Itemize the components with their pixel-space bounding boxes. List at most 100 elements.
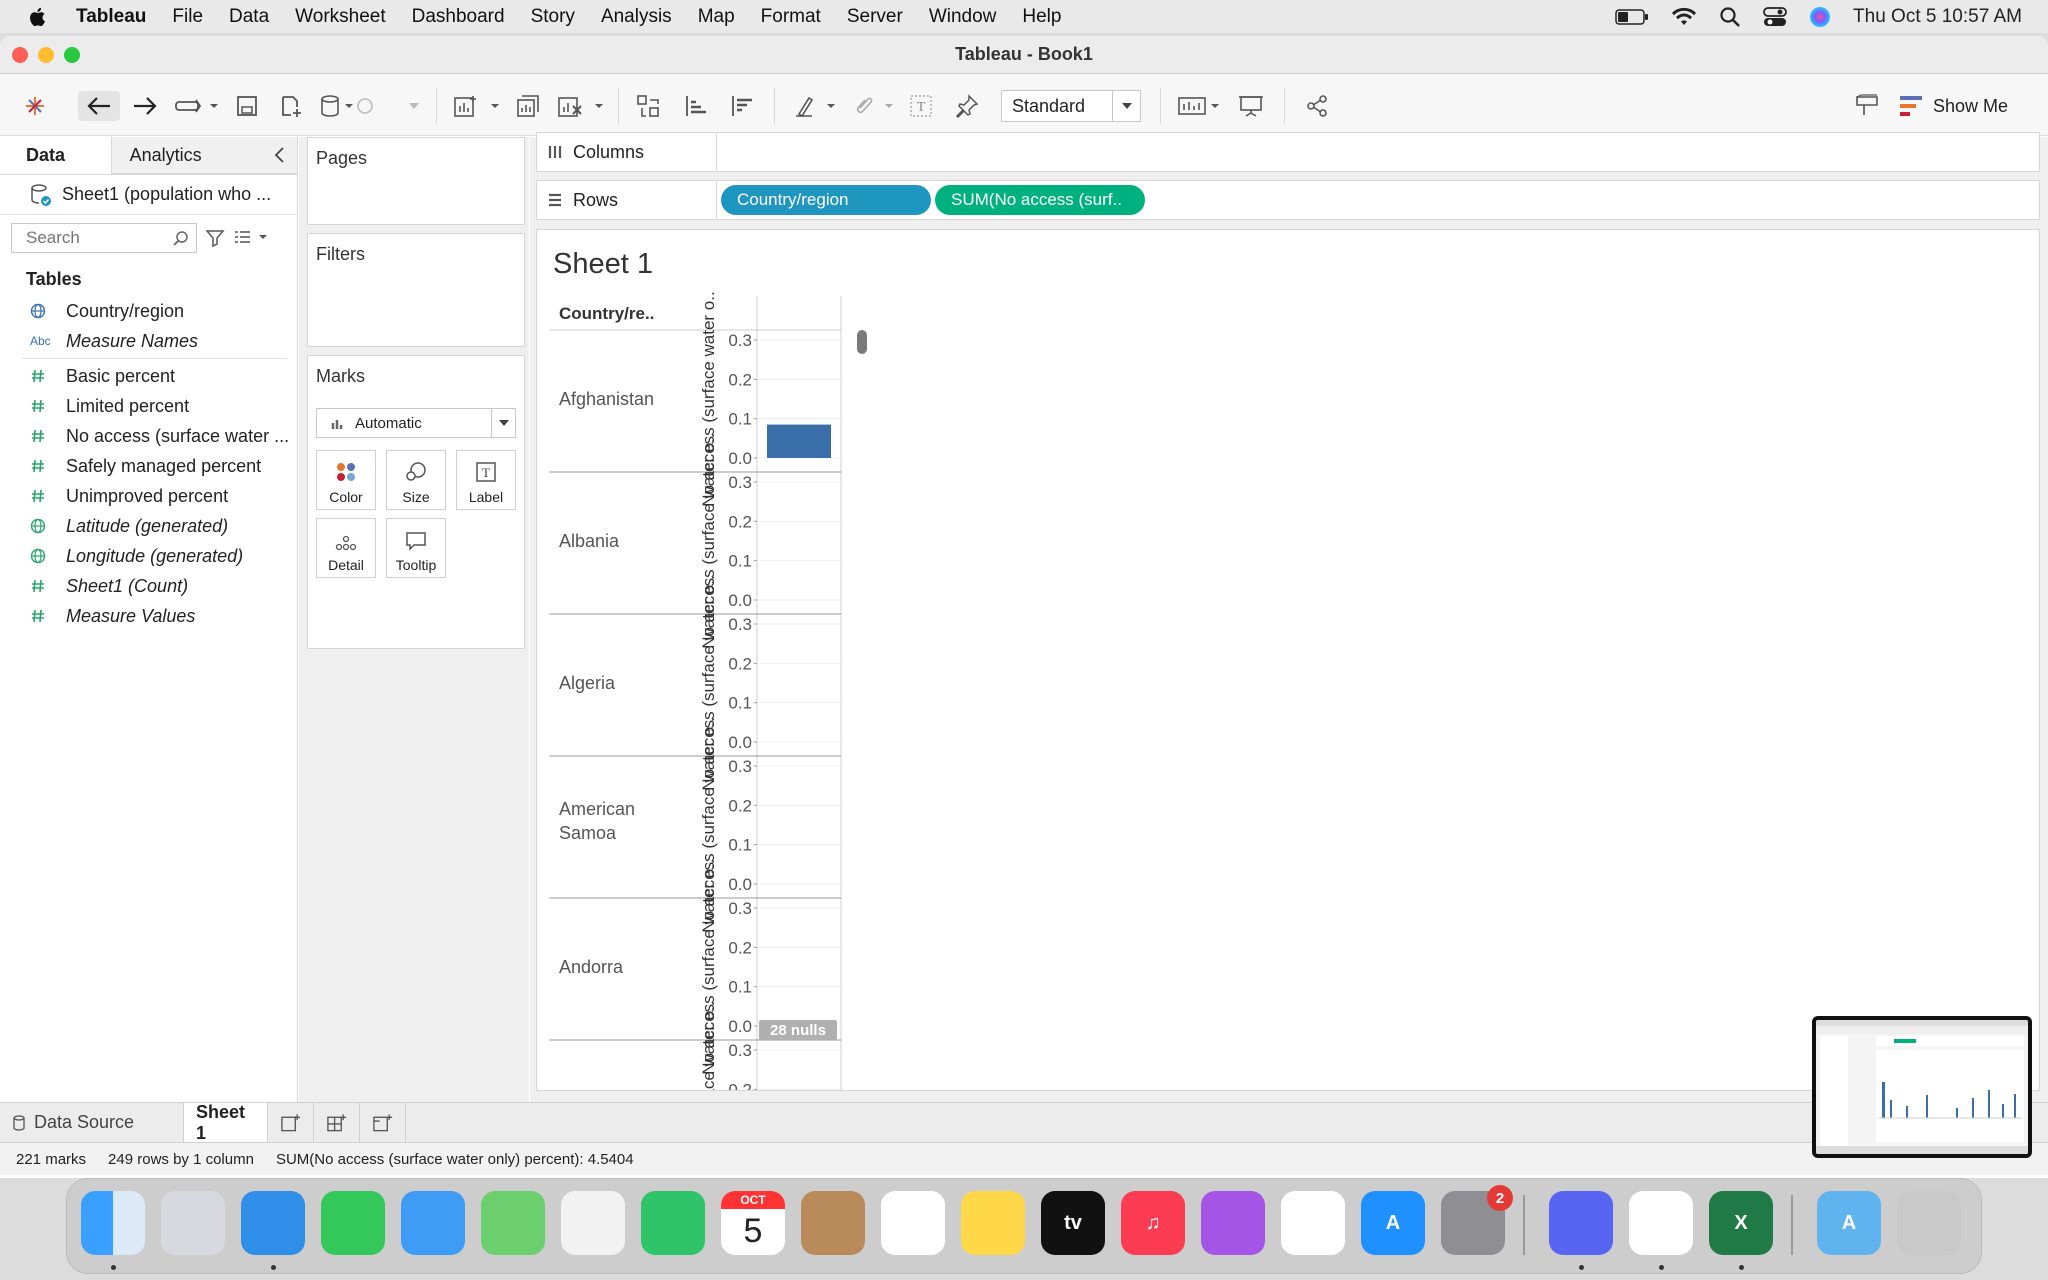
podcasts-icon[interactable] (1201, 1191, 1265, 1255)
menu-dashboard[interactable]: Dashboard (412, 6, 505, 28)
menu-format[interactable]: Format (761, 6, 821, 28)
photos-icon[interactable] (561, 1191, 625, 1255)
undo-back-icon[interactable] (78, 91, 120, 121)
field-item[interactable]: Measure Values (0, 601, 297, 631)
menu-clock[interactable]: Thu Oct 5 10:57 AM (1853, 6, 2022, 28)
field-item[interactable]: Abc Measure Names (0, 326, 297, 356)
search-field[interactable] (11, 223, 197, 253)
collapse-pane-icon[interactable] (273, 146, 287, 169)
field-item[interactable]: Country/region (0, 296, 297, 326)
mark-type-select[interactable]: Automatic (316, 408, 516, 438)
menu-app-name[interactable]: Tableau (76, 6, 146, 28)
rows-shelf[interactable]: Rows Country/region SUM(No access (surf.… (536, 180, 2040, 220)
duplicate-sheet-icon[interactable] (514, 91, 544, 121)
wifi-icon[interactable] (1671, 7, 1697, 27)
menu-analysis[interactable]: Analysis (601, 6, 672, 28)
contacts-icon[interactable] (801, 1191, 865, 1255)
pages-card[interactable]: Pages (307, 137, 525, 225)
pause-auto-updates-icon[interactable] (318, 91, 374, 121)
apple-icon[interactable] (26, 5, 50, 29)
apple-tv-icon[interactable]: tv (1041, 1191, 1105, 1255)
facetime-icon[interactable] (641, 1191, 705, 1255)
menu-server[interactable]: Server (847, 6, 903, 28)
replay-animation-icon[interactable] (172, 91, 222, 121)
music-icon[interactable]: ♫ (1121, 1191, 1185, 1255)
redo-forward-icon[interactable] (130, 91, 160, 121)
menu-map[interactable]: Map (698, 6, 735, 28)
downloads-folder-icon[interactable]: A (1817, 1191, 1881, 1255)
pill-sum-no-access[interactable]: SUM(No access (surf.. (935, 185, 1145, 215)
mail-icon[interactable] (401, 1191, 465, 1255)
battery-icon[interactable] (1615, 8, 1649, 26)
chevron-down-icon[interactable] (1112, 91, 1140, 121)
control-center-icon[interactable] (1763, 6, 1787, 28)
show-cards-icon[interactable] (1176, 91, 1224, 121)
menu-story[interactable]: Story (531, 6, 575, 28)
screenshot-thumbnail[interactable] (1812, 1016, 2032, 1158)
color-button[interactable]: Color (316, 450, 376, 510)
spotlight-search-icon[interactable] (1719, 6, 1741, 28)
share-icon[interactable] (1302, 91, 1332, 121)
reminders-icon[interactable] (881, 1191, 945, 1255)
news-icon[interactable] (1281, 1191, 1345, 1255)
discord-icon[interactable] (1549, 1191, 1613, 1255)
new-dashboard-tab-icon[interactable] (314, 1102, 360, 1143)
size-button[interactable]: Size (386, 450, 446, 510)
tab-data[interactable]: Data (0, 137, 112, 174)
field-item[interactable]: Sheet1 (Count) (0, 571, 297, 601)
maps-icon[interactable] (481, 1191, 545, 1255)
view-list-icon[interactable] (233, 228, 269, 248)
messages-icon[interactable] (321, 1191, 385, 1255)
fit-select[interactable]: Standard (1001, 90, 1141, 122)
columns-shelf[interactable]: Columns (536, 132, 2040, 172)
field-item[interactable]: No access (surface water ... (0, 421, 297, 451)
field-item[interactable]: Safely managed percent (0, 451, 297, 481)
new-worksheet-tab-icon[interactable] (268, 1102, 314, 1143)
new-data-source-icon[interactable] (276, 91, 306, 121)
menu-worksheet[interactable]: Worksheet (295, 6, 385, 28)
excel-icon[interactable]: X (1709, 1191, 1773, 1255)
field-item[interactable]: Longitude (generated) (0, 541, 297, 571)
search-input[interactable] (24, 227, 174, 249)
new-story-tab-icon[interactable] (360, 1102, 406, 1143)
app-store-icon[interactable]: A (1361, 1191, 1425, 1255)
filter-icon[interactable] (205, 228, 225, 248)
tooltip-button[interactable]: Tooltip (386, 518, 446, 578)
menu-data[interactable]: Data (229, 6, 269, 28)
save-icon[interactable] (232, 91, 262, 121)
safari-icon[interactable] (241, 1191, 305, 1255)
trash-icon[interactable] (1897, 1191, 1961, 1255)
tableau-logo-icon[interactable] (20, 91, 50, 121)
detail-button[interactable]: Detail (316, 518, 376, 578)
menu-file[interactable]: File (172, 6, 203, 28)
minimize-window-button[interactable] (38, 47, 54, 63)
field-item[interactable]: Latitude (generated) (0, 511, 297, 541)
data-source-tab[interactable]: Data Source (0, 1102, 184, 1143)
refresh-dropdown-icon[interactable] (404, 91, 424, 121)
tooltip-icon[interactable] (1852, 91, 1882, 121)
calendar-icon[interactable]: OCT 5 (721, 1191, 785, 1255)
menu-window[interactable]: Window (929, 6, 997, 28)
field-item[interactable]: Limited percent (0, 391, 297, 421)
tab-analytics[interactable]: Analytics (111, 137, 297, 174)
worksheet-canvas[interactable]: Sheet 1 Country/re.. 0.0 0.1 0.2 0.3 No acces… (536, 229, 2040, 1091)
siri-icon[interactable] (1809, 6, 1831, 28)
zoom-window-button[interactable] (64, 47, 80, 63)
field-item[interactable]: Unimproved percent (0, 481, 297, 511)
swap-rows-columns-icon[interactable] (634, 91, 664, 121)
presentation-mode-icon[interactable] (1236, 91, 1266, 121)
system-settings-icon[interactable]: 2 (1441, 1185, 1513, 1255)
label-button[interactable]: T Label (456, 450, 516, 510)
highlight-icon[interactable] (792, 91, 840, 121)
menu-help[interactable]: Help (1022, 6, 1061, 28)
new-worksheet-icon[interactable] (452, 91, 504, 121)
sort-descending-icon[interactable] (728, 91, 758, 121)
field-item[interactable]: Basic percent (0, 361, 297, 391)
launchpad-icon[interactable] (161, 1191, 225, 1255)
group-members-icon[interactable] (850, 91, 898, 121)
finder-icon[interactable] (81, 1191, 145, 1255)
notes-icon[interactable] (961, 1191, 1025, 1255)
show-mark-labels-icon[interactable]: T (906, 91, 936, 121)
chevron-down-icon[interactable] (491, 409, 515, 437)
pin-axes-icon[interactable] (952, 91, 982, 121)
